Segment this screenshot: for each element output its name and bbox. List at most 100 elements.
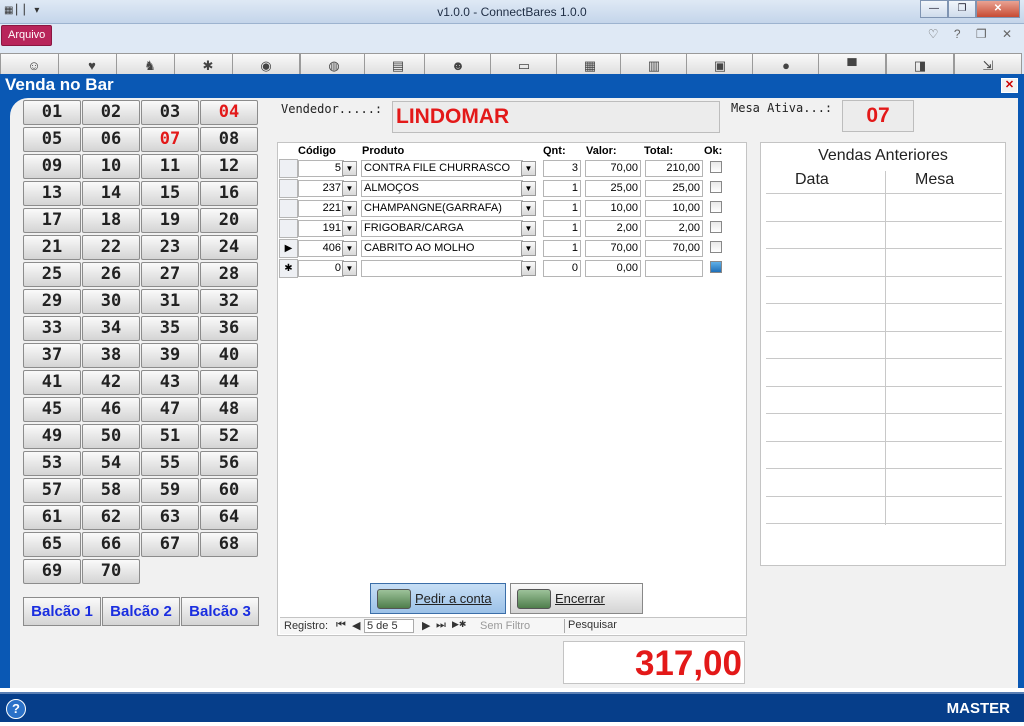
help-icon[interactable]: ? xyxy=(6,699,26,719)
table-button-41[interactable]: 41 xyxy=(23,370,81,395)
table-button-46[interactable]: 46 xyxy=(82,397,140,422)
table-button-66[interactable]: 66 xyxy=(82,532,140,557)
table-button-49[interactable]: 49 xyxy=(23,424,81,449)
grid-row[interactable]: 221 ▼ CHAMPANGNE(GARRAFA) ▼ 1 10,00 10,00 xyxy=(278,199,746,219)
table-button-09[interactable]: 09 xyxy=(23,154,81,179)
ok-checkbox[interactable] xyxy=(710,161,722,173)
table-button-68[interactable]: 68 xyxy=(200,532,258,557)
table-button-54[interactable]: 54 xyxy=(82,451,140,476)
toolbar-window-icon[interactable]: ▭ xyxy=(490,53,558,74)
table-button-51[interactable]: 51 xyxy=(141,424,199,449)
produto-cell[interactable]: CONTRA FILE CHURRASCO xyxy=(361,160,523,177)
produto-dropdown-icon[interactable]: ▼ xyxy=(521,201,536,216)
table-button-69[interactable]: 69 xyxy=(23,559,81,584)
pedir-conta-button[interactable]: Pedir a conta xyxy=(370,583,506,614)
produto-dropdown-icon[interactable]: ▼ xyxy=(521,221,536,236)
produto-cell[interactable]: ALMOÇOS xyxy=(361,180,523,197)
codigo-cell[interactable]: 237 xyxy=(298,180,344,197)
table-button-25[interactable]: 25 xyxy=(23,262,81,287)
table-button-62[interactable]: 62 xyxy=(82,505,140,530)
table-button-01[interactable]: 01 xyxy=(23,100,81,125)
row-selector[interactable] xyxy=(279,199,298,218)
table-button-22[interactable]: 22 xyxy=(82,235,140,260)
encerrar-venda-button[interactable]: Encerrar Venda xyxy=(510,583,643,635)
table-button-58[interactable]: 58 xyxy=(82,478,140,503)
table-button-14[interactable]: 14 xyxy=(82,181,140,206)
table-button-55[interactable]: 55 xyxy=(141,451,199,476)
table-button-36[interactable]: 36 xyxy=(200,316,258,341)
table-button-52[interactable]: 52 xyxy=(200,424,258,449)
table-button-12[interactable]: 12 xyxy=(200,154,258,179)
last-record-icon[interactable]: ⏭ xyxy=(436,619,446,632)
table-button-18[interactable]: 18 xyxy=(82,208,140,233)
toolbar-users-icon[interactable]: ☻ xyxy=(424,53,492,74)
table-button-40[interactable]: 40 xyxy=(200,343,258,368)
codigo-dropdown-icon[interactable]: ▼ xyxy=(342,201,357,216)
toolbar-monitor-icon[interactable]: ▀ xyxy=(818,53,886,74)
table-button-59[interactable]: 59 xyxy=(141,478,199,503)
table-button-34[interactable]: 34 xyxy=(82,316,140,341)
table-button-16[interactable]: 16 xyxy=(200,181,258,206)
produto-cell[interactable]: CHAMPANGNE(GARRAFA) xyxy=(361,200,523,217)
table-button-33[interactable]: 33 xyxy=(23,316,81,341)
toolbar-printer-icon[interactable]: ▥ xyxy=(620,53,688,74)
table-button-10[interactable]: 10 xyxy=(82,154,140,179)
ok-checkbox[interactable] xyxy=(710,241,722,253)
table-button-11[interactable]: 11 xyxy=(141,154,199,179)
prev-record-icon[interactable]: ◀ xyxy=(352,619,360,632)
table-button-65[interactable]: 65 xyxy=(23,532,81,557)
table-button-60[interactable]: 60 xyxy=(200,478,258,503)
produto-dropdown-icon[interactable]: ▼ xyxy=(521,161,536,176)
table-button-70[interactable]: 70 xyxy=(82,559,140,584)
toolbar-money-icon[interactable]: ◉ xyxy=(232,53,300,74)
table-button-04[interactable]: 04 xyxy=(200,100,258,125)
pesquisar-input[interactable]: Pesquisar xyxy=(564,619,634,633)
row-selector[interactable]: ▶ xyxy=(279,239,298,258)
balcao-3-button[interactable]: Balcão 3 xyxy=(181,597,259,626)
table-button-64[interactable]: 64 xyxy=(200,505,258,530)
produto-cell[interactable]: CABRITO AO MOLHO xyxy=(361,240,523,257)
mdi-controls[interactable]: ♡ ? ❐ ✕ xyxy=(928,27,1018,41)
table-button-38[interactable]: 38 xyxy=(82,343,140,368)
qnt-cell[interactable]: 1 xyxy=(543,220,581,237)
ok-checkbox[interactable] xyxy=(710,261,722,273)
codigo-dropdown-icon[interactable]: ▼ xyxy=(342,161,357,176)
table-button-39[interactable]: 39 xyxy=(141,343,199,368)
minimize-button[interactable]: — xyxy=(920,0,948,18)
first-record-icon[interactable]: ⏮ xyxy=(336,619,346,632)
toolbar-help-icon[interactable]: ● xyxy=(752,53,820,74)
mesa-field[interactable]: 07 xyxy=(842,100,914,132)
table-button-47[interactable]: 47 xyxy=(141,397,199,422)
qnt-cell[interactable]: 1 xyxy=(543,200,581,217)
codigo-cell[interactable]: 221 xyxy=(298,200,344,217)
table-button-42[interactable]: 42 xyxy=(82,370,140,395)
table-button-45[interactable]: 45 xyxy=(23,397,81,422)
table-button-48[interactable]: 48 xyxy=(200,397,258,422)
codigo-cell[interactable]: 406 xyxy=(298,240,344,257)
table-button-03[interactable]: 03 xyxy=(141,100,199,125)
table-button-19[interactable]: 19 xyxy=(141,208,199,233)
ok-checkbox[interactable] xyxy=(710,201,722,213)
toolbar-truck-icon[interactable]: ▤ xyxy=(364,53,432,74)
produto-dropdown-icon[interactable]: ▼ xyxy=(521,261,536,276)
valor-cell[interactable]: 10,00 xyxy=(585,200,641,217)
toolbar-chart-icon[interactable]: ▣ xyxy=(686,53,754,74)
table-button-37[interactable]: 37 xyxy=(23,343,81,368)
table-button-02[interactable]: 02 xyxy=(82,100,140,125)
table-button-07[interactable]: 07 xyxy=(141,127,199,152)
table-button-67[interactable]: 67 xyxy=(141,532,199,557)
table-button-27[interactable]: 27 xyxy=(141,262,199,287)
table-button-53[interactable]: 53 xyxy=(23,451,81,476)
grid-row[interactable]: ✱ 0 ▼ ▼ 0 0,00 xyxy=(278,259,746,279)
toolbar-doors-icon[interactable]: ◨ xyxy=(886,53,954,74)
produto-cell[interactable] xyxy=(361,260,523,277)
table-button-23[interactable]: 23 xyxy=(141,235,199,260)
codigo-dropdown-icon[interactable]: ▼ xyxy=(342,241,357,256)
codigo-dropdown-icon[interactable]: ▼ xyxy=(342,221,357,236)
qnt-cell[interactable]: 1 xyxy=(543,180,581,197)
valor-cell[interactable]: 0,00 xyxy=(585,260,641,277)
table-button-35[interactable]: 35 xyxy=(141,316,199,341)
ok-checkbox[interactable] xyxy=(710,181,722,193)
table-button-21[interactable]: 21 xyxy=(23,235,81,260)
balcao-2-button[interactable]: Balcão 2 xyxy=(102,597,180,626)
